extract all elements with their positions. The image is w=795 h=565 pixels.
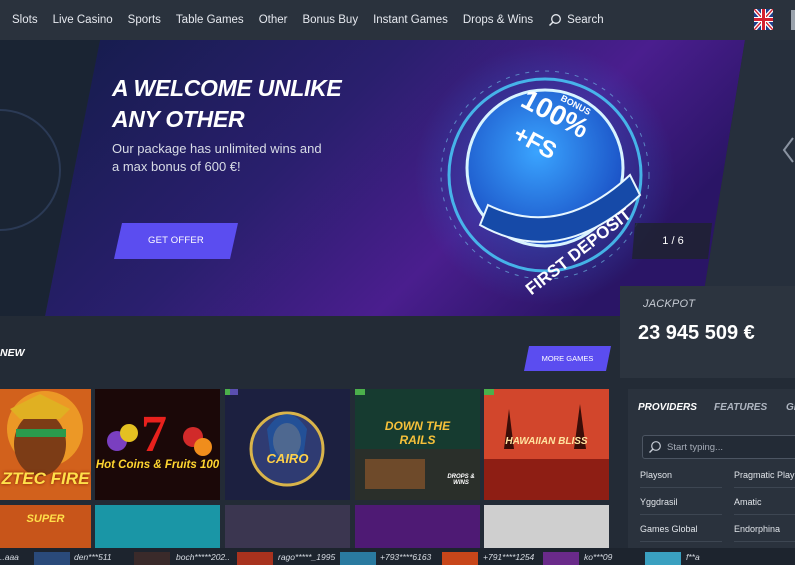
game-tile-cairo[interactable]: CAIRO <box>225 389 350 500</box>
ticker-user: ko***09 <box>584 552 613 562</box>
filter-panel: PROVIDERS FEATURES GE Start typing... Pl… <box>628 389 795 565</box>
top-navigation: Slots Live Casino Sports Table Games Oth… <box>0 0 795 40</box>
nav-search[interactable]: Search <box>548 13 604 27</box>
nav-sports[interactable]: Sports <box>128 14 161 26</box>
ticker-game-thumb[interactable] <box>340 552 376 565</box>
ticker-user: +793****6163 <box>380 552 432 562</box>
jackpot-label: JACKPOT <box>643 298 696 310</box>
search-icon <box>549 14 562 27</box>
divider <box>640 541 722 542</box>
tab-providers[interactable]: PROVIDERS <box>638 402 697 413</box>
divider <box>734 514 795 515</box>
tab-features[interactable]: FEATURES <box>714 402 767 413</box>
slide-counter-text: 1 / 6 <box>662 235 684 247</box>
jackpot-box: JACKPOT 23 945 509 € <box>620 286 795 378</box>
game-tile-hot-coins[interactable]: 7 Hot Coins & Fruits 100 <box>95 389 220 500</box>
nav-search-label: Search <box>567 14 604 26</box>
divider <box>734 487 795 488</box>
ticker-user: ..aaa <box>0 552 19 562</box>
provider-item[interactable]: Endorphina <box>734 524 780 534</box>
game-tile[interactable] <box>225 505 350 548</box>
game-title: ZTEC FIRE <box>1 469 90 488</box>
divider <box>640 514 722 515</box>
nav-live-casino[interactable]: Live Casino <box>53 14 113 26</box>
slide-counter: 1 / 6 <box>636 223 710 259</box>
ticker-game-thumb[interactable] <box>442 552 478 565</box>
get-offer-label: GET OFFER <box>148 235 204 246</box>
hero-subtitle: Our package has unlimited wins and a max… <box>112 141 322 174</box>
game-title: DOWN THE RAILS <box>384 419 451 447</box>
tab-genres[interactable]: GE <box>786 402 795 413</box>
more-games-button[interactable]: MORE GAMES <box>524 346 611 371</box>
game-title: SUPER <box>26 513 65 525</box>
provider-item[interactable]: Pragmatic Play <box>734 470 795 480</box>
divider <box>640 487 722 488</box>
jackpot-value: 23 945 509 € <box>638 322 755 344</box>
winners-ticker: ..aaa den***511 boch*****202.. rago*****… <box>0 548 795 565</box>
game-tile[interactable] <box>95 505 220 548</box>
provider-search-input[interactable]: Start typing... <box>642 435 795 459</box>
chevron-left-icon[interactable] <box>781 135 795 165</box>
ticker-game-thumb[interactable] <box>237 552 273 565</box>
ticker-user: den***511 <box>74 552 112 562</box>
nav-drops-wins[interactable]: Drops & Wins <box>463 14 533 26</box>
provider-item[interactable]: Playson <box>640 470 672 480</box>
ticker-game-thumb[interactable] <box>34 552 70 565</box>
game-title: Hot Coins & Fruits 100 <box>95 459 220 471</box>
ticker-game-thumb[interactable] <box>645 552 681 565</box>
ticker-user: rago*****_1995 <box>278 552 336 562</box>
game-tile-super[interactable]: SUPER <box>0 505 91 548</box>
casino-page: Slots Live Casino Sports Table Games Oth… <box>0 0 795 565</box>
nav-bonus-buy[interactable]: Bonus Buy <box>302 14 358 26</box>
game-tile[interactable] <box>484 505 609 548</box>
provider-search-placeholder: Start typing... <box>667 442 723 453</box>
provider-item[interactable]: Games Global <box>640 524 698 534</box>
nav-slots[interactable]: Slots <box>12 14 38 26</box>
section-title: NEW <box>0 347 25 359</box>
ticker-user: f**a <box>686 552 700 562</box>
nav-table-games[interactable]: Table Games <box>176 14 244 26</box>
nav-other[interactable]: Other <box>259 14 288 26</box>
ticker-user: boch*****202.. <box>176 552 230 562</box>
divider <box>734 541 795 542</box>
get-offer-button[interactable]: GET OFFER <box>114 223 238 259</box>
edge-element <box>791 10 795 30</box>
ticker-user: +791****1254 <box>483 552 535 562</box>
badge-ribbon-text: FIRST DEPOSIT <box>522 204 635 298</box>
ticker-game-thumb[interactable] <box>134 552 170 565</box>
search-icon <box>649 441 661 453</box>
game-title: CAIRO <box>266 451 309 466</box>
game-tile-down-the-rails[interactable]: DOWN THE RAILS DROPS & WINS <box>355 389 480 500</box>
uk-flag-icon[interactable] <box>754 9 773 30</box>
drops-wins-badge: DROPS & WINS <box>447 474 475 486</box>
game-title: HAWAIIAN BLISS <box>505 436 588 447</box>
hero-banner: BONUS 100% +FS FIRST DEPOSIT A WELCOME U… <box>0 40 795 316</box>
hero-title: A WELCOME UNLIKE ANY OTHER <box>112 75 342 132</box>
ticker-game-thumb[interactable] <box>543 552 579 565</box>
svg-text:7: 7 <box>141 406 167 463</box>
game-tile-hawaiian-bliss[interactable]: HAWAIIAN BLISS <box>484 389 609 500</box>
game-tile[interactable] <box>355 505 480 548</box>
more-games-label: MORE GAMES <box>541 354 594 363</box>
nav-instant-games[interactable]: Instant Games <box>373 14 448 26</box>
provider-item[interactable]: Yggdrasil <box>640 497 678 507</box>
game-tile-aztec-fire[interactable]: ZTEC FIRE <box>0 389 91 500</box>
provider-item[interactable]: Amatic <box>734 497 762 507</box>
